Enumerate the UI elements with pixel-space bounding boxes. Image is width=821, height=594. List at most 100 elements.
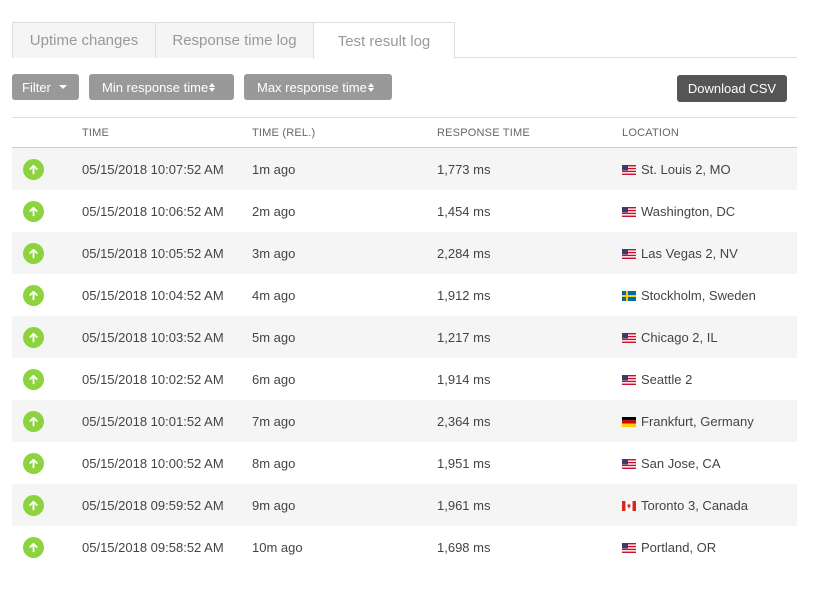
flag-us-icon bbox=[622, 248, 636, 259]
location-label: Seattle 2 bbox=[641, 372, 693, 387]
cell-response-time: 1,698 ms bbox=[437, 540, 491, 555]
cell-time-rel: 2m ago bbox=[252, 204, 296, 219]
cell-time: 05/15/2018 10:02:52 AM bbox=[82, 372, 224, 387]
status-up-icon bbox=[23, 243, 44, 264]
cell-location: Seattle 2 bbox=[622, 372, 692, 387]
cell-time-rel: 1m ago bbox=[252, 162, 296, 177]
table-row[interactable]: 05/15/2018 10:03:52 AM 5m ago 1,217 ms Chic… bbox=[12, 316, 797, 358]
max-response-time-label: Max response time bbox=[257, 79, 367, 95]
cell-time-rel: 6m ago bbox=[252, 372, 296, 387]
cell-response-time: 1,951 ms bbox=[437, 456, 491, 471]
cell-location: Las Vegas 2, NV bbox=[622, 246, 738, 261]
sort-icon bbox=[367, 82, 374, 92]
flag-us-icon bbox=[622, 164, 636, 175]
min-response-time-label: Min response time bbox=[102, 79, 209, 95]
flag-us-icon bbox=[622, 332, 636, 343]
cell-time-rel: 3m ago bbox=[252, 246, 296, 261]
min-response-time-button[interactable]: Min response time bbox=[89, 74, 234, 100]
flag-ca-icon bbox=[622, 500, 636, 511]
cell-location: St. Louis 2, MO bbox=[622, 162, 731, 177]
location-label: St. Louis 2, MO bbox=[641, 162, 731, 177]
cell-response-time: 1,912 ms bbox=[437, 288, 491, 303]
cell-response-time: 2,364 ms bbox=[437, 414, 491, 429]
cell-location: Stockholm, Sweden bbox=[622, 288, 756, 303]
cell-time-rel: 8m ago bbox=[252, 456, 296, 471]
filter-button[interactable]: Filter bbox=[12, 74, 79, 100]
flag-us-icon bbox=[622, 206, 636, 217]
location-label: Toronto 3, Canada bbox=[641, 498, 748, 513]
cell-location: Chicago 2, IL bbox=[622, 330, 718, 345]
tab-response-time-log[interactable]: Response time log bbox=[155, 22, 314, 58]
cell-response-time: 2,284 ms bbox=[437, 246, 491, 261]
table-row[interactable]: 05/15/2018 10:01:52 AM 7m ago 2,364 ms Fran… bbox=[12, 400, 797, 442]
caret-down-icon bbox=[58, 85, 67, 89]
filter-button-label: Filter bbox=[22, 79, 51, 95]
table-row[interactable]: 05/15/2018 10:00:52 AM 8m ago 1,951 ms San … bbox=[12, 442, 797, 484]
max-response-time-button[interactable]: Max response time bbox=[244, 74, 392, 100]
table-row[interactable]: 05/15/2018 09:58:52 AM 10m ago 1,698 ms Por… bbox=[12, 526, 797, 568]
cell-time: 05/15/2018 10:03:52 AM bbox=[82, 330, 224, 345]
table-row[interactable]: 05/15/2018 10:06:52 AM 2m ago 1,454 ms Wash… bbox=[12, 190, 797, 232]
cell-time: 05/15/2018 10:04:52 AM bbox=[82, 288, 224, 303]
cell-time-rel: 5m ago bbox=[252, 330, 296, 345]
location-label: San Jose, CA bbox=[641, 456, 721, 471]
location-label: Stockholm, Sweden bbox=[641, 288, 756, 303]
cell-time-rel: 4m ago bbox=[252, 288, 296, 303]
status-up-icon bbox=[23, 369, 44, 390]
cell-time: 05/15/2018 10:05:52 AM bbox=[82, 246, 224, 261]
status-up-icon bbox=[23, 201, 44, 222]
table-row[interactable]: 05/15/2018 10:02:52 AM 6m ago 1,914 ms Seat… bbox=[12, 358, 797, 400]
test-result-table: TIME TIME (REL.) RESPONSE TIME LOCATION … bbox=[12, 117, 797, 568]
flag-us-icon bbox=[622, 458, 636, 469]
table-row[interactable]: 05/15/2018 10:04:52 AM 4m ago 1,912 ms Stoc… bbox=[12, 274, 797, 316]
column-header-time-rel[interactable]: TIME (REL.) bbox=[252, 127, 315, 139]
cell-time: 05/15/2018 09:59:52 AM bbox=[82, 498, 224, 513]
status-up-icon bbox=[23, 495, 44, 516]
status-up-icon bbox=[23, 537, 44, 558]
tab-bar: Uptime changes Response time log Test re… bbox=[12, 22, 797, 59]
flag-us-icon bbox=[622, 374, 636, 385]
flag-de-icon bbox=[622, 416, 636, 427]
column-header-time[interactable]: TIME bbox=[82, 127, 109, 139]
cell-time: 05/15/2018 10:01:52 AM bbox=[82, 414, 224, 429]
sort-icon bbox=[209, 82, 216, 92]
cell-time-rel: 7m ago bbox=[252, 414, 296, 429]
cell-location: Toronto 3, Canada bbox=[622, 498, 748, 513]
column-header-response-time[interactable]: RESPONSE TIME bbox=[437, 127, 530, 139]
location-label: Las Vegas 2, NV bbox=[641, 246, 738, 261]
flag-se-icon bbox=[622, 290, 636, 301]
cell-time: 05/15/2018 10:07:52 AM bbox=[82, 162, 224, 177]
cell-time: 05/15/2018 10:00:52 AM bbox=[82, 456, 224, 471]
status-up-icon bbox=[23, 453, 44, 474]
column-header-location[interactable]: LOCATION bbox=[622, 127, 679, 139]
cell-location: Washington, DC bbox=[622, 204, 735, 219]
cell-response-time: 1,914 ms bbox=[437, 372, 491, 387]
cell-time-rel: 10m ago bbox=[252, 540, 303, 555]
table-header: TIME TIME (REL.) RESPONSE TIME LOCATION bbox=[12, 118, 797, 148]
download-csv-button[interactable]: Download CSV bbox=[677, 75, 787, 102]
status-up-icon bbox=[23, 159, 44, 180]
location-label: Portland, OR bbox=[641, 540, 717, 555]
flag-us-icon bbox=[622, 542, 636, 553]
table-body: 05/15/2018 10:07:52 AM 1m ago 1,773 ms St. … bbox=[12, 148, 797, 568]
location-label: Frankfurt, Germany bbox=[641, 414, 754, 429]
status-up-icon bbox=[23, 285, 44, 306]
status-up-icon bbox=[23, 327, 44, 348]
table-row[interactable]: 05/15/2018 10:07:52 AM 1m ago 1,773 ms St. … bbox=[12, 148, 797, 190]
table-row[interactable]: 05/15/2018 10:05:52 AM 3m ago 2,284 ms Las … bbox=[12, 232, 797, 274]
cell-time: 05/15/2018 09:58:52 AM bbox=[82, 540, 224, 555]
status-up-icon bbox=[23, 411, 44, 432]
location-label: Chicago 2, IL bbox=[641, 330, 718, 345]
cell-time-rel: 9m ago bbox=[252, 498, 296, 513]
cell-location: Portland, OR bbox=[622, 540, 716, 555]
cell-response-time: 1,217 ms bbox=[437, 330, 491, 345]
cell-location: San Jose, CA bbox=[622, 456, 721, 471]
cell-time: 05/15/2018 10:06:52 AM bbox=[82, 204, 224, 219]
location-label: Washington, DC bbox=[641, 204, 736, 219]
tab-test-result-log[interactable]: Test result log bbox=[313, 22, 455, 59]
table-row[interactable]: 05/15/2018 09:59:52 AM 9m ago 1,961 ms Toro… bbox=[12, 484, 797, 526]
cell-response-time: 1,961 ms bbox=[437, 498, 491, 513]
tab-uptime-changes[interactable]: Uptime changes bbox=[12, 22, 156, 58]
cell-response-time: 1,454 ms bbox=[437, 204, 491, 219]
cell-response-time: 1,773 ms bbox=[437, 162, 491, 177]
